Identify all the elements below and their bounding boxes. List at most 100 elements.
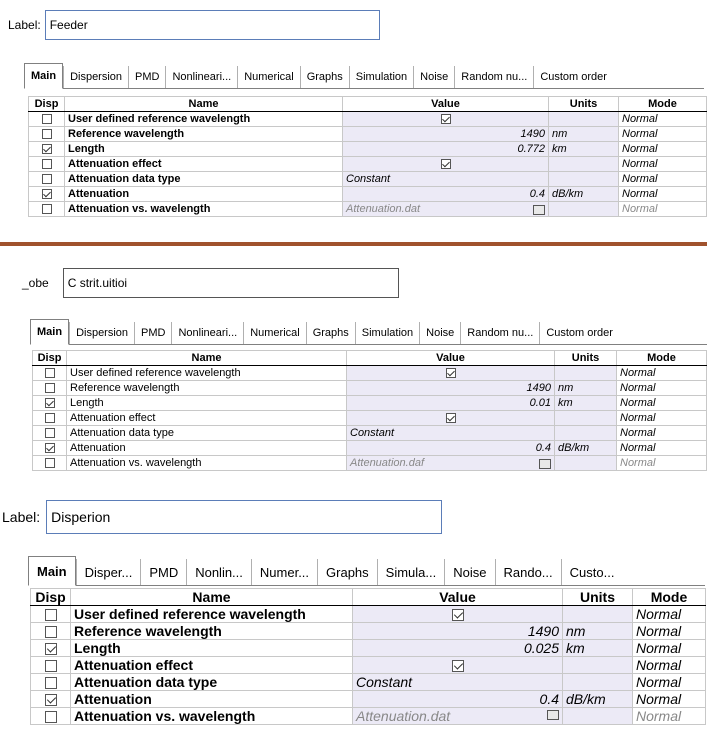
- disp-checkbox[interactable]: [41, 114, 52, 125]
- param-mode[interactable]: Normal: [632, 639, 706, 657]
- disp-checkbox[interactable]: [44, 443, 55, 454]
- tab-main[interactable]: Main: [28, 556, 76, 586]
- param-value[interactable]: Constant: [342, 171, 549, 187]
- disp-checkbox[interactable]: [41, 144, 52, 155]
- param-value[interactable]: [346, 410, 555, 426]
- tab-dispersion[interactable]: Disper...: [75, 559, 141, 585]
- tab-numerical[interactable]: Numerical: [237, 66, 300, 88]
- param-mode[interactable]: Normal: [616, 410, 707, 426]
- tab-dispersion[interactable]: Dispersion: [69, 322, 134, 344]
- param-value[interactable]: [352, 656, 563, 674]
- param-value[interactable]: Constant: [352, 673, 563, 691]
- param-value[interactable]: 0.4: [346, 440, 555, 456]
- param-value[interactable]: Attenuation.daf: [346, 455, 555, 471]
- param-value[interactable]: 1490: [346, 380, 555, 396]
- tab-custom-order[interactable]: Custo...: [560, 559, 623, 585]
- disp-checkbox[interactable]: [44, 368, 55, 379]
- param-mode[interactable]: Normal: [618, 156, 707, 172]
- param-value[interactable]: 0.4: [352, 690, 563, 708]
- value-checkbox[interactable]: [445, 368, 456, 379]
- tab-custom-order[interactable]: Custom order: [539, 322, 619, 344]
- param-mode[interactable]: Normal: [616, 365, 707, 381]
- tab-main[interactable]: Main: [24, 63, 64, 89]
- label-input[interactable]: Feeder: [44, 10, 380, 40]
- value-checkbox[interactable]: [440, 114, 451, 125]
- param-value[interactable]: 1490: [342, 126, 549, 142]
- disp-checkbox[interactable]: [41, 204, 52, 215]
- param-mode[interactable]: Normal: [618, 141, 707, 157]
- param-value[interactable]: [342, 156, 549, 172]
- tab-graphs[interactable]: Graphs: [299, 66, 349, 88]
- tab-random-numbers[interactable]: Rando...: [494, 559, 561, 585]
- tab-noise[interactable]: Noise: [413, 66, 454, 88]
- param-mode[interactable]: Normal: [616, 455, 707, 471]
- tab-pmd[interactable]: PMD: [140, 559, 186, 585]
- param-value[interactable]: 1490: [352, 622, 563, 640]
- tab-graphs[interactable]: Graphs: [317, 559, 377, 585]
- tab-graphs[interactable]: Graphs: [305, 322, 355, 344]
- disp-checkbox[interactable]: [44, 711, 57, 724]
- param-mode[interactable]: Normal: [632, 707, 706, 725]
- disp-checkbox[interactable]: [41, 189, 52, 200]
- tab-nonlinearities[interactable]: Nonlineari...: [171, 322, 243, 344]
- param-value[interactable]: Attenuation.dat: [342, 201, 549, 217]
- param-mode[interactable]: Normal: [616, 425, 707, 441]
- label-input[interactable]: Disperion: [46, 500, 443, 534]
- disp-checkbox[interactable]: [44, 398, 55, 409]
- tab-noise[interactable]: Noise: [419, 322, 460, 344]
- disp-checkbox[interactable]: [44, 383, 55, 394]
- disp-checkbox[interactable]: [44, 643, 57, 656]
- tab-nonlinearities[interactable]: Nonlin...: [186, 559, 251, 585]
- param-mode[interactable]: Normal: [616, 440, 707, 456]
- param-value[interactable]: 0.772: [342, 141, 549, 157]
- disp-checkbox[interactable]: [44, 413, 55, 424]
- param-value[interactable]: Attenuation.dat: [352, 707, 563, 725]
- disp-checkbox[interactable]: [44, 677, 57, 690]
- value-checkbox[interactable]: [440, 159, 451, 170]
- value-checkbox[interactable]: [451, 609, 464, 622]
- tab-pmd[interactable]: PMD: [134, 322, 171, 344]
- tab-pmd[interactable]: PMD: [128, 66, 165, 88]
- param-mode[interactable]: Normal: [632, 690, 706, 708]
- param-mode[interactable]: Normal: [616, 395, 707, 411]
- param-mode[interactable]: Normal: [618, 186, 707, 202]
- label-input[interactable]: C strit.uitioi: [62, 268, 399, 298]
- tab-numerical[interactable]: Numer...: [250, 559, 317, 585]
- param-mode[interactable]: Normal: [618, 111, 707, 127]
- disp-checkbox[interactable]: [44, 609, 57, 622]
- param-value[interactable]: 0.4: [342, 186, 549, 202]
- tab-numerical[interactable]: Numerical: [243, 322, 306, 344]
- param-mode[interactable]: Normal: [618, 126, 707, 142]
- param-mode[interactable]: Normal: [618, 201, 707, 217]
- tab-noise[interactable]: Noise: [444, 559, 494, 585]
- browse-file-icon[interactable]: [547, 710, 559, 720]
- disp-checkbox[interactable]: [44, 428, 55, 439]
- param-mode[interactable]: Normal: [632, 622, 706, 640]
- tab-random-numbers[interactable]: Random nu...: [454, 66, 533, 88]
- tab-custom-order[interactable]: Custom order: [533, 66, 613, 88]
- disp-checkbox[interactable]: [41, 159, 52, 170]
- param-mode[interactable]: Normal: [632, 605, 706, 623]
- disp-checkbox[interactable]: [41, 174, 52, 185]
- param-mode[interactable]: Normal: [632, 673, 706, 691]
- param-mode[interactable]: Normal: [616, 380, 707, 396]
- value-checkbox[interactable]: [445, 413, 456, 424]
- value-checkbox[interactable]: [451, 660, 464, 673]
- param-value[interactable]: [342, 111, 549, 127]
- param-value[interactable]: [346, 365, 555, 381]
- tab-main[interactable]: Main: [30, 319, 70, 345]
- param-value[interactable]: 0.025: [352, 639, 563, 657]
- disp-checkbox[interactable]: [44, 626, 57, 639]
- param-value[interactable]: 0.01: [346, 395, 555, 411]
- tab-simulation[interactable]: Simula...: [376, 559, 445, 585]
- disp-checkbox[interactable]: [44, 458, 55, 469]
- tab-simulation[interactable]: Simulation: [348, 66, 413, 88]
- tab-nonlinearities[interactable]: Nonlineari...: [165, 66, 237, 88]
- disp-checkbox[interactable]: [44, 694, 57, 707]
- param-value[interactable]: Constant: [346, 425, 555, 441]
- param-mode[interactable]: Normal: [632, 656, 706, 674]
- disp-checkbox[interactable]: [44, 660, 57, 673]
- disp-checkbox[interactable]: [41, 129, 52, 140]
- tab-dispersion[interactable]: Dispersion: [63, 66, 128, 88]
- param-value[interactable]: [352, 605, 563, 623]
